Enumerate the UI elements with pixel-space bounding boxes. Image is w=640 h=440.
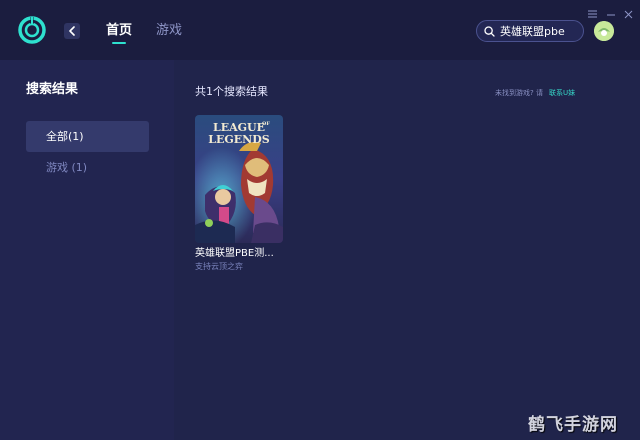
league-of-legends-logo: LEAGUE OF LEGENDS	[208, 121, 270, 146]
top-bar: 首页 游戏 英雄联盟pbe	[0, 0, 640, 60]
window-controls	[586, 6, 636, 19]
filter-games[interactable]: 游戏 (1)	[46, 160, 87, 176]
search-input[interactable]: 英雄联盟pbe	[476, 20, 584, 42]
search-icon	[484, 25, 495, 37]
watermark: 鹤飞手游网	[528, 415, 618, 435]
game-card-cover[interactable]: LEAGUE OF LEGENDS	[195, 115, 283, 243]
contact-link[interactable]: 联系U妹	[549, 89, 575, 97]
sidebar-title: 搜索结果	[26, 82, 79, 97]
game-card-title[interactable]: 英雄联盟PBE测...	[195, 248, 274, 260]
back-button[interactable]	[64, 23, 80, 39]
close-icon[interactable]	[624, 10, 633, 19]
active-tab-indicator	[112, 42, 126, 44]
user-avatar[interactable]	[594, 21, 614, 41]
app-logo-icon[interactable]	[17, 15, 47, 45]
search-query: 英雄联盟pbe	[500, 25, 565, 38]
nav-tab-home[interactable]: 首页	[106, 23, 132, 39]
game-card-subtitle: 支持云顶之弈	[195, 262, 243, 271]
nav-tab-games[interactable]: 游戏	[156, 23, 182, 39]
menu-icon[interactable]	[588, 10, 597, 18]
svg-text:OF: OF	[262, 121, 270, 127]
result-count: 共1个搜索结果	[195, 85, 268, 98]
sidebar	[0, 60, 174, 440]
not-found-text: 未找到游戏? 请	[495, 89, 543, 97]
chevron-left-icon	[69, 26, 75, 36]
filter-all[interactable]: 全部(1)	[26, 121, 149, 152]
not-found-hint: 未找到游戏? 请联系U妹	[495, 89, 575, 98]
svg-text:LEGENDS: LEGENDS	[208, 133, 269, 146]
